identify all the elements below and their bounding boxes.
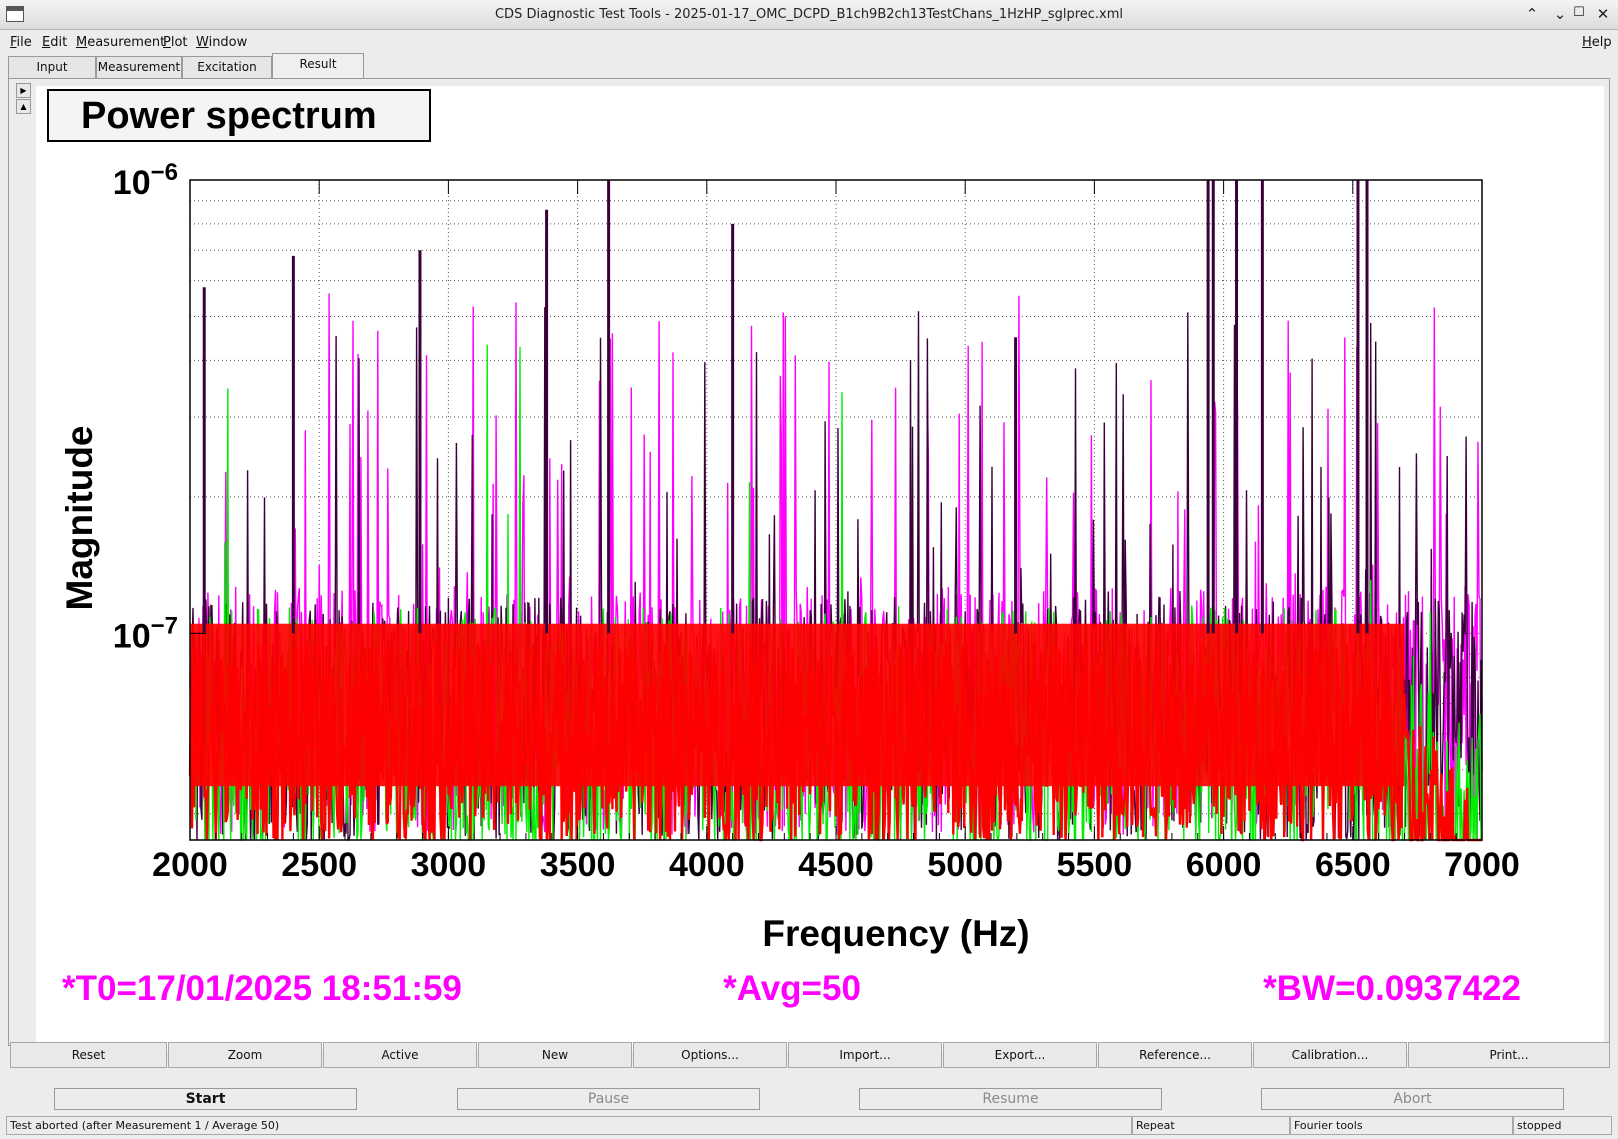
avg-label: *Avg=50 (723, 969, 861, 1008)
collapse-up-icon[interactable]: ▲ (16, 99, 31, 114)
resume-button[interactable]: Resume (859, 1088, 1162, 1110)
x-tick-label: 6500 (1315, 846, 1391, 884)
x-tick-label: 2500 (281, 846, 357, 884)
maximize-icon[interactable]: ⌄ (1551, 5, 1569, 23)
x-tick-label: 5500 (1057, 846, 1133, 884)
x-tick-label: 4500 (798, 846, 874, 884)
x-tick-label: 6000 (1186, 846, 1262, 884)
tab-input[interactable]: Input (8, 56, 96, 78)
start-button[interactable]: Start (54, 1088, 357, 1110)
import-button[interactable]: Import... (788, 1042, 942, 1068)
calibration-button[interactable]: Calibration... (1253, 1042, 1407, 1068)
plot-button-bar: Reset Zoom Active New Options... Import.… (10, 1042, 1610, 1069)
bw-label: *BW=0.0937422 (1263, 969, 1521, 1008)
menu-bar: File Edit Measurement Plot Window Help (0, 31, 1618, 53)
zoom-button[interactable]: Zoom (168, 1042, 322, 1068)
tab-excitation[interactable]: Excitation (182, 56, 272, 78)
menu-plot[interactable]: Plot (163, 35, 188, 50)
tab-measurement[interactable]: Measurement (96, 56, 182, 78)
menu-help[interactable]: Help (1582, 35, 1612, 50)
status-tool: Fourier tools (1290, 1116, 1513, 1135)
x-tick-label: 3000 (411, 846, 487, 884)
noise-band (190, 623, 1405, 787)
export-button[interactable]: Export... (943, 1042, 1097, 1068)
x-tick-label: 4000 (669, 846, 745, 884)
menu-window[interactable]: Window (196, 35, 247, 50)
x-tick-label: 5000 (927, 846, 1003, 884)
abort-button[interactable]: Abort (1261, 1088, 1564, 1110)
t0-label: *T0=17/01/2025 18:51:59 (62, 969, 462, 1008)
menu-file[interactable]: File (10, 35, 32, 50)
title-bar: CDS Diagnostic Test Tools - 2025-01-17_O… (0, 0, 1618, 30)
plot-title: Power spectrum (47, 89, 431, 142)
x-tick-label: 2000 (152, 846, 228, 884)
menu-measurement[interactable]: Measurement (76, 35, 165, 50)
tab-result[interactable]: Result (272, 53, 364, 78)
reference-button[interactable]: Reference... (1098, 1042, 1252, 1068)
reset-button[interactable]: Reset (10, 1042, 167, 1068)
plot-area[interactable]: 2000 2500 3000 3500 4000 4500 5000 5500 6000 6500… (36, 86, 1604, 1050)
active-button[interactable]: Active (323, 1042, 477, 1068)
expand-right-icon[interactable]: ▶ (16, 83, 31, 98)
power-spectrum-chart[interactable]: 2000 2500 3000 3500 4000 4500 5000 5500 6000 6500… (36, 86, 1604, 1050)
print-button[interactable]: Print... (1408, 1042, 1610, 1068)
restore-icon[interactable]: ☐ (1570, 5, 1588, 20)
y-axis-label: Magnitude (59, 426, 100, 611)
window-title: CDS Diagnostic Test Tools - 2025-01-17_O… (494, 7, 1124, 22)
status-message: Test aborted (after Measurement 1 / Aver… (6, 1116, 1132, 1135)
status-state: stopped (1513, 1116, 1612, 1135)
status-mode: Repeat (1132, 1116, 1290, 1135)
new-button[interactable]: New (478, 1042, 632, 1068)
options-button[interactable]: Options... (633, 1042, 787, 1068)
close-icon[interactable]: ✕ (1594, 5, 1612, 23)
y-tick-label: 10−7 (113, 612, 178, 655)
minimize-icon[interactable]: ⌃ (1523, 5, 1541, 23)
menu-edit[interactable]: Edit (42, 35, 67, 50)
x-axis-label: Frequency (Hz) (762, 913, 1029, 954)
y-tick-label: 10−6 (113, 159, 178, 202)
pause-button[interactable]: Pause (457, 1088, 760, 1110)
x-tick-label: 3500 (540, 846, 616, 884)
x-tick-label: 7000 (1444, 846, 1520, 884)
